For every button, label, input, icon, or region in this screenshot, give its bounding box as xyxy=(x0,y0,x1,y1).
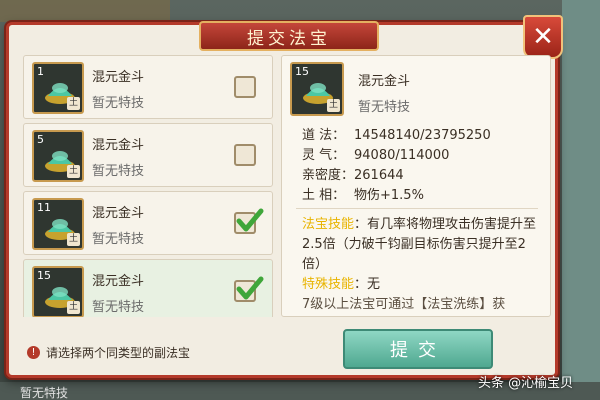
stat-row: 灵 气： 94080/114000 xyxy=(302,146,491,166)
stat-row: 土 相： 物伤+1.5% xyxy=(302,186,491,206)
stat-label: 道 法： xyxy=(302,128,346,143)
item-thumbnail: 11 土 xyxy=(32,198,84,250)
item-level: 15 xyxy=(37,269,51,282)
treasure-item[interactable]: 5 土 混元金斗 暂无特技 xyxy=(23,123,273,187)
element-badge: 土 xyxy=(67,301,80,314)
skill-title: 法宝技能 xyxy=(302,217,355,232)
stat-row: 道 法： 14548140/23795250 xyxy=(302,126,491,146)
background-right-edge xyxy=(562,0,600,400)
selection-hint: ! 请选择两个同类型的副法宝 xyxy=(27,344,190,361)
treasure-item[interactable]: 11 土 混元金斗 暂无特技 xyxy=(23,191,273,255)
item-name: 混元金斗 xyxy=(92,274,145,289)
select-checkbox[interactable] xyxy=(234,144,256,166)
close-icon: ✕ xyxy=(532,22,554,52)
detail-stats: 道 法： 14548140/23795250 灵 气： 94080/114000 亲密度… xyxy=(302,126,491,206)
dialog-title: 提交法宝 xyxy=(199,21,379,51)
submit-button[interactable]: 提交 xyxy=(343,329,493,369)
item-skill: 暂无特技 xyxy=(92,164,145,179)
detail-level: 15 xyxy=(295,65,309,78)
treasure-item[interactable]: 1 土 混元金斗 暂无特技 xyxy=(23,55,273,119)
select-checkbox[interactable] xyxy=(234,208,264,234)
alert-icon: ! xyxy=(27,346,40,359)
select-checkbox[interactable] xyxy=(234,76,256,98)
close-button[interactable]: ✕ xyxy=(523,15,563,59)
stat-value: 物伤+1.5% xyxy=(354,188,424,203)
element-badge: 土 xyxy=(67,97,80,110)
item-thumbnail: 1 土 xyxy=(32,62,84,114)
item-thumbnail: 5 土 xyxy=(32,130,84,182)
background-top-bar xyxy=(0,0,170,22)
detail-divider xyxy=(296,208,538,209)
special-title: 特殊技能 xyxy=(302,277,355,292)
element-badge: 土 xyxy=(327,99,340,112)
select-checkbox[interactable] xyxy=(234,276,264,302)
stat-label: 土 相： xyxy=(302,188,346,203)
item-level: 5 xyxy=(37,133,44,146)
item-thumbnail: 15 土 xyxy=(32,266,84,317)
item-level: 1 xyxy=(37,65,44,78)
stat-value: 261644 xyxy=(354,168,404,183)
item-name: 混元金斗 xyxy=(92,70,145,85)
skill-description: 法宝技能：有几率将物理攻击伤害提升至2.5倍（力破千钧副目标伤害只提升至2倍） … xyxy=(302,215,542,315)
hint-text: 请选择两个同类型的副法宝 xyxy=(46,346,191,360)
watermark: 头条 @沁榆宝贝 xyxy=(478,376,574,391)
stat-value: 14548140/23795250 xyxy=(354,128,491,143)
item-name: 混元金斗 xyxy=(92,138,145,153)
element-badge: 土 xyxy=(67,233,80,246)
treasure-item[interactable]: 15 土 混元金斗 暂无特技 xyxy=(23,259,273,317)
item-skill: 暂无特技 xyxy=(92,96,145,111)
stat-value: 94080/114000 xyxy=(354,148,450,163)
stat-label: 灵 气： xyxy=(302,148,346,163)
item-skill: 暂无特技 xyxy=(92,300,145,315)
detail-name: 混元金斗 xyxy=(358,74,411,89)
treasure-detail-panel: 15 土 混元金斗 暂无特技 道 法： 14548140/23795250 灵 气：… xyxy=(281,55,551,317)
treasure-list[interactable]: 1 土 混元金斗 暂无特技 5 土 混元金斗 暂无特技 11 土 混元金斗 暂无… xyxy=(23,55,273,317)
detail-skill: 暂无特技 xyxy=(358,100,411,115)
detail-thumbnail: 15 土 xyxy=(290,62,344,116)
special-desc: ：无 xyxy=(354,277,381,292)
cut-off-line: 7级以上法宝可通过【法宝洗练】获 xyxy=(302,297,506,312)
stat-label: 亲密度： xyxy=(302,168,355,183)
submit-treasure-dialog: 提交法宝 ✕ 1 土 混元金斗 暂无特技 5 土 混元金斗 暂无特技 11 土 … xyxy=(6,15,563,378)
checkmark-icon xyxy=(236,276,264,300)
item-skill: 暂无特技 xyxy=(92,232,145,247)
item-name: 混元金斗 xyxy=(92,206,145,221)
stat-row: 亲密度：261644 xyxy=(302,166,491,186)
element-badge: 土 xyxy=(67,165,80,178)
checkmark-icon xyxy=(236,208,264,232)
item-level: 11 xyxy=(37,201,51,214)
bottom-tab-label: 暂无特技 xyxy=(20,386,69,400)
